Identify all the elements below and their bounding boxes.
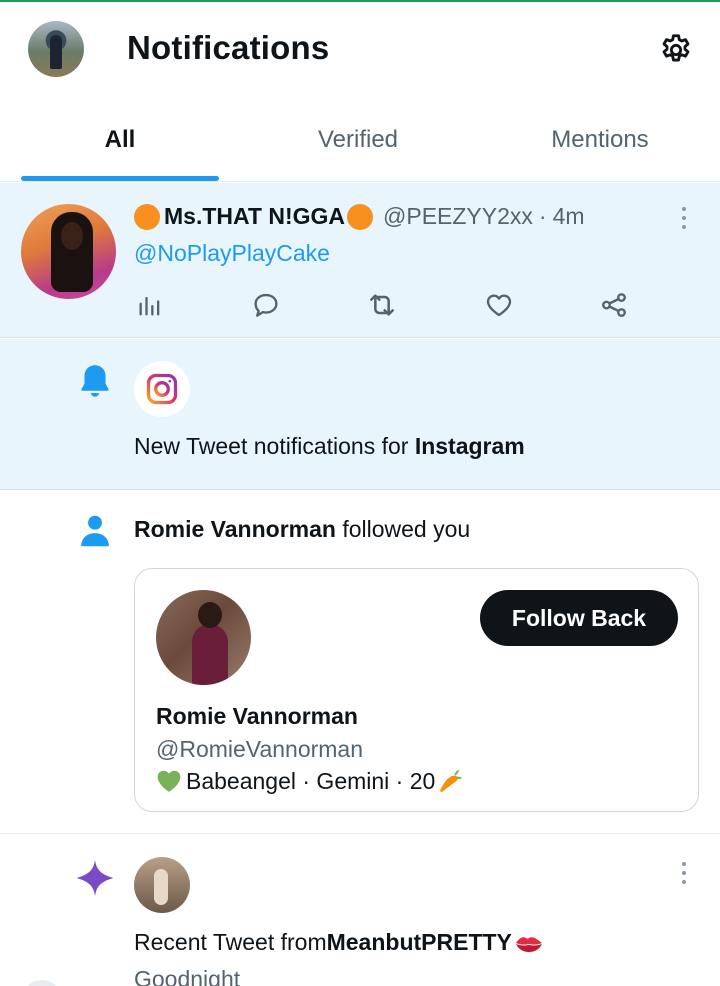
follower-name[interactable]: Romie Vannorman (134, 516, 336, 542)
tweet-row[interactable]: Ms.THAT N!GGA @PEEZYY2xx · 4m @NoPlayPla… (0, 183, 720, 338)
separator: · (538, 203, 547, 229)
notification-tabs: All Verified Mentions (0, 98, 720, 182)
instagram-notification-text: New Tweet notifications for Instagram (134, 433, 525, 460)
user-card-bio: Babeangel · Gemini · 20 (156, 767, 465, 795)
tweet-header: Ms.THAT N!GGA @PEEZYY2xx · 4m (134, 203, 585, 230)
gear-icon[interactable] (656, 30, 696, 70)
notification-recent-tweet[interactable]: Recent Tweet from MeanbutPRETTY Goodnigh… (0, 835, 720, 986)
follow-back-button[interactable]: Follow Back (480, 590, 678, 646)
orange-circle-emoji-icon (134, 203, 160, 230)
tab-verified[interactable]: Verified (258, 98, 458, 182)
notification-instagram[interactable]: New Tweet notifications for Instagram (0, 339, 720, 490)
orange-circle-emoji-icon (347, 203, 374, 230)
user-card-handle[interactable]: @RomieVannorman (156, 736, 363, 763)
recent-tweet-preview[interactable]: Goodnight (134, 966, 240, 986)
like-icon[interactable] (481, 287, 517, 323)
user-card-bio-text: Babeangel · Gemini · 20 (186, 767, 436, 794)
retweet-icon[interactable] (364, 287, 400, 323)
tab-all[interactable]: All (20, 98, 220, 182)
recent-tweet-author-avatar[interactable] (134, 857, 190, 913)
notification-account-name[interactable]: Instagram (415, 433, 525, 459)
tab-mentions[interactable]: Mentions (500, 98, 700, 182)
recent-tweet-prefix: Recent Tweet from (134, 929, 327, 955)
sparkle-icon (74, 857, 116, 899)
more-options-icon[interactable] (674, 203, 694, 233)
reply-icon[interactable] (248, 287, 284, 323)
notification-follow[interactable]: Romie Vannorman followed you Follow Back… (0, 491, 720, 834)
tweet-time[interactable]: 4m (553, 203, 585, 230)
user-card-avatar[interactable] (156, 590, 251, 685)
header: Notifications (0, 2, 720, 98)
followed-you-text: followed you (335, 516, 471, 542)
user-card-name[interactable]: Romie Vannorman (156, 703, 358, 730)
kiss-lips-emoji-icon (514, 933, 544, 953)
tweet-mention-link[interactable]: @NoPlayPlayCake (134, 240, 330, 267)
profile-avatar[interactable] (28, 21, 84, 77)
partial-avatar (22, 980, 62, 986)
tweet-author-handle[interactable]: @PEEZYY2xx (383, 203, 533, 230)
active-tab-indicator (21, 176, 219, 181)
more-options-icon[interactable] (674, 858, 694, 888)
carrot-emoji-icon (437, 767, 465, 795)
page-title: Notifications (127, 29, 330, 66)
user-card[interactable]: Follow Back Romie Vannorman @RomieVannor… (134, 568, 699, 812)
share-icon[interactable] (596, 287, 632, 323)
recent-tweet-account-name[interactable]: MeanbutPRETTY (327, 929, 512, 956)
green-heart-emoji-icon (156, 769, 182, 793)
recent-tweet-text: Recent Tweet from MeanbutPRETTY (134, 929, 544, 956)
tweet-author-name[interactable]: Ms.THAT N!GGA (164, 203, 345, 230)
views-icon[interactable] (132, 287, 168, 323)
follow-notification-text: Romie Vannorman followed you (134, 516, 470, 543)
person-icon (78, 513, 112, 549)
tweet-author-avatar[interactable] (21, 204, 116, 299)
instagram-avatar[interactable] (134, 361, 190, 417)
bell-icon (77, 361, 113, 401)
notification-text-prefix: New Tweet notifications for (134, 433, 415, 459)
